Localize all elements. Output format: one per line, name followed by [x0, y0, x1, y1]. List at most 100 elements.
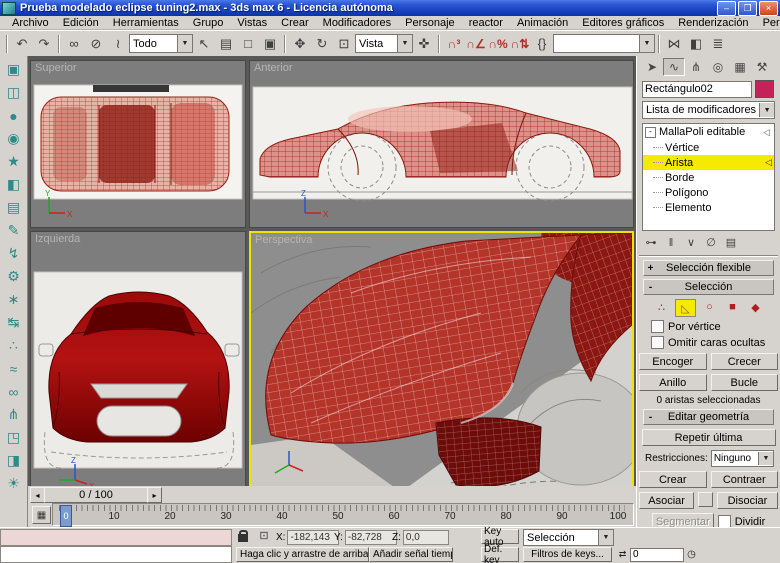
viewport-label-front[interactable]: Anterior [254, 62, 293, 74]
repetir-ultima-button[interactable]: Repetir última [641, 429, 776, 446]
dropdown-arrow-icon[interactable]: ▼ [177, 35, 192, 52]
objects-icon[interactable]: ▣ [2, 58, 26, 81]
subobj-element-icon[interactable]: ◆ [746, 299, 765, 315]
maxscript-listener-white[interactable] [0, 546, 232, 563]
selection-lock-icon[interactable] [238, 530, 248, 542]
key-auto-button[interactable]: Key auto [481, 526, 519, 548]
bones-icon[interactable]: ⋔ [2, 403, 26, 426]
scale-icon[interactable]: ⊡ [333, 34, 355, 54]
remove-modifier-icon[interactable]: ∅ [702, 235, 720, 252]
reference-coordsys-dropdown[interactable]: Vista ▼ [355, 34, 413, 53]
maxscript-listener-pink[interactable] [0, 529, 232, 546]
menu-item[interactable]: Personaje [398, 17, 462, 29]
dropdown-arrow-icon[interactable]: ▼ [639, 35, 654, 52]
time-slider-handle[interactable]: 0 [60, 505, 72, 527]
rotate-icon[interactable]: ↻ [311, 34, 333, 54]
encoger-button[interactable]: Encoger [639, 353, 707, 370]
stack-parent-item[interactable]: - MallaPoli editable ◁ [643, 124, 774, 140]
percent-snap-icon[interactable]: ∩% [487, 34, 509, 54]
title-bar[interactable]: Prueba modelado eclipse tuning2.max - 3d… [0, 0, 780, 16]
grids-icon[interactable]: ◧ [2, 173, 26, 196]
stack-subitem[interactable]: Polígono ◁ [643, 185, 774, 200]
configure-modifier-sets-icon[interactable]: ▤ [722, 235, 740, 252]
object-color-swatch[interactable] [755, 80, 774, 98]
absolute-offset-toggle-icon[interactable]: ⊡ [256, 529, 272, 544]
tab-create[interactable]: ➤ [641, 58, 663, 76]
crear-button[interactable]: Crear [639, 471, 707, 488]
space-warps-icon[interactable]: ≈ [2, 357, 26, 380]
pin-stack-icon[interactable]: ⊶ [642, 235, 660, 252]
menu-item[interactable]: Animación [510, 17, 575, 29]
align-icon[interactable]: ◧ [685, 34, 707, 54]
time-slider-next[interactable]: ▸ [147, 487, 162, 503]
angle-snap-icon[interactable]: ∩∠ [465, 34, 487, 54]
subobj-polygon-icon[interactable]: ■ [723, 299, 742, 315]
stack-subitem[interactable]: Elemento ◁ [643, 200, 774, 215]
menu-item[interactable]: Archivo [5, 17, 56, 29]
modeling-icon[interactable]: ✎ [2, 219, 26, 242]
unlink-icon[interactable]: ⊘ [85, 34, 107, 54]
disociar-button[interactable]: Disociar [716, 492, 778, 509]
menu-item[interactable]: Vistas [230, 17, 274, 29]
viewport-top-canvas[interactable]: Y X [31, 61, 246, 228]
viewport-top[interactable]: Y X Superior [30, 60, 246, 228]
tab-utilities[interactable]: ⚒ [751, 58, 773, 76]
viewport-perspective-canvas[interactable] [251, 233, 632, 492]
lights-icon[interactable]: ☀ [2, 472, 26, 495]
track-bar-ruler[interactable]: 10 20 30 40 50 60 70 80 90 100 0 [52, 503, 634, 527]
omitir-caras-checkbox[interactable] [651, 336, 664, 349]
stack-subitem[interactable]: Arista ◁ [643, 155, 774, 170]
rollout-soft-selection[interactable]: + Selección flexible [643, 260, 774, 276]
shapes-icon[interactable]: ◫ [2, 81, 26, 104]
stack-subitem[interactable]: Vértice ◁ [643, 140, 774, 155]
viewport-front[interactable]: Z X Anterior [249, 60, 634, 228]
menu-item[interactable]: Renderización [671, 17, 755, 29]
tab-motion[interactable]: ◎ [707, 58, 729, 76]
time-slider[interactable]: 0 / 100 [44, 487, 148, 503]
restricciones-dropdown[interactable]: Ninguno ▼ [710, 450, 774, 467]
menu-item[interactable]: Editores gráficos [575, 17, 671, 29]
por-vertice-checkbox[interactable] [651, 320, 664, 333]
undo-icon[interactable]: ↶ [11, 34, 33, 54]
tab-hierarchy[interactable]: ⋔ [685, 58, 707, 76]
contraer-button[interactable]: Contraer [710, 471, 778, 488]
gears-icon[interactable]: ⚙ [2, 265, 26, 288]
menu-item[interactable]: Edición [56, 17, 106, 29]
crecer-button[interactable]: Crecer [710, 353, 778, 370]
key-filters-button[interactable]: Filtros de keys... [523, 547, 612, 562]
car-model-top-view[interactable] [40, 96, 230, 192]
layers-panel-icon[interactable]: ▤ [2, 196, 26, 219]
rollout-edit-geometry[interactable]: - Editar geometría [643, 409, 774, 425]
doors-icon[interactable]: ◳ [2, 426, 26, 449]
subobj-edge-icon[interactable]: ◺ [675, 299, 696, 317]
viewport-left-canvas[interactable]: Z X [31, 232, 246, 494]
menu-item[interactable]: Herramientas [106, 17, 186, 29]
rollout-selection[interactable]: - Selección [643, 279, 774, 295]
mini-curve-editor-button[interactable]: ▦ [32, 506, 51, 524]
named-selection-dropdown[interactable]: ▼ [553, 34, 655, 53]
key-filter-dropdown[interactable]: Selección ▼ [523, 529, 614, 546]
bind-spacewarp-icon[interactable]: ≀ [107, 34, 129, 54]
menu-item[interactable]: Crear [274, 17, 316, 29]
z-coordinate-field[interactable] [402, 530, 449, 545]
dropdown-arrow-icon[interactable]: ▼ [759, 103, 775, 117]
viewport-left[interactable]: Z X Izquierda [30, 231, 246, 494]
menu-item[interactable]: reactor [462, 17, 510, 29]
bucle-button[interactable]: Bucle [710, 374, 778, 391]
tab-display[interactable]: ▦ [729, 58, 751, 76]
viewport-label-top[interactable]: Superior [35, 62, 77, 74]
dropdown-arrow-icon[interactable]: ▼ [598, 530, 613, 545]
stack-subitem[interactable]: Borde ◁ [643, 170, 774, 185]
menu-item[interactable]: Personalizar [756, 17, 780, 29]
modifier-list-dropdown[interactable]: Lista de modificadores ▼ [642, 101, 776, 119]
object-name-field[interactable] [642, 80, 752, 98]
modifiers-icon[interactable]: ↯ [2, 242, 26, 265]
spinner-snap-icon[interactable]: ∩⇅ [509, 34, 531, 54]
crossing-icon[interactable]: ▣ [259, 34, 281, 54]
dropdown-arrow-icon[interactable]: ▼ [758, 452, 773, 465]
snap-3d-icon[interactable]: ∩³ [443, 34, 465, 54]
menu-item[interactable]: Grupo [186, 17, 231, 29]
subobj-vertex-icon[interactable]: ∴ [652, 299, 671, 315]
asociar-button[interactable]: Asociar [639, 492, 695, 509]
mirror-icon[interactable]: ⋈ [663, 34, 685, 54]
